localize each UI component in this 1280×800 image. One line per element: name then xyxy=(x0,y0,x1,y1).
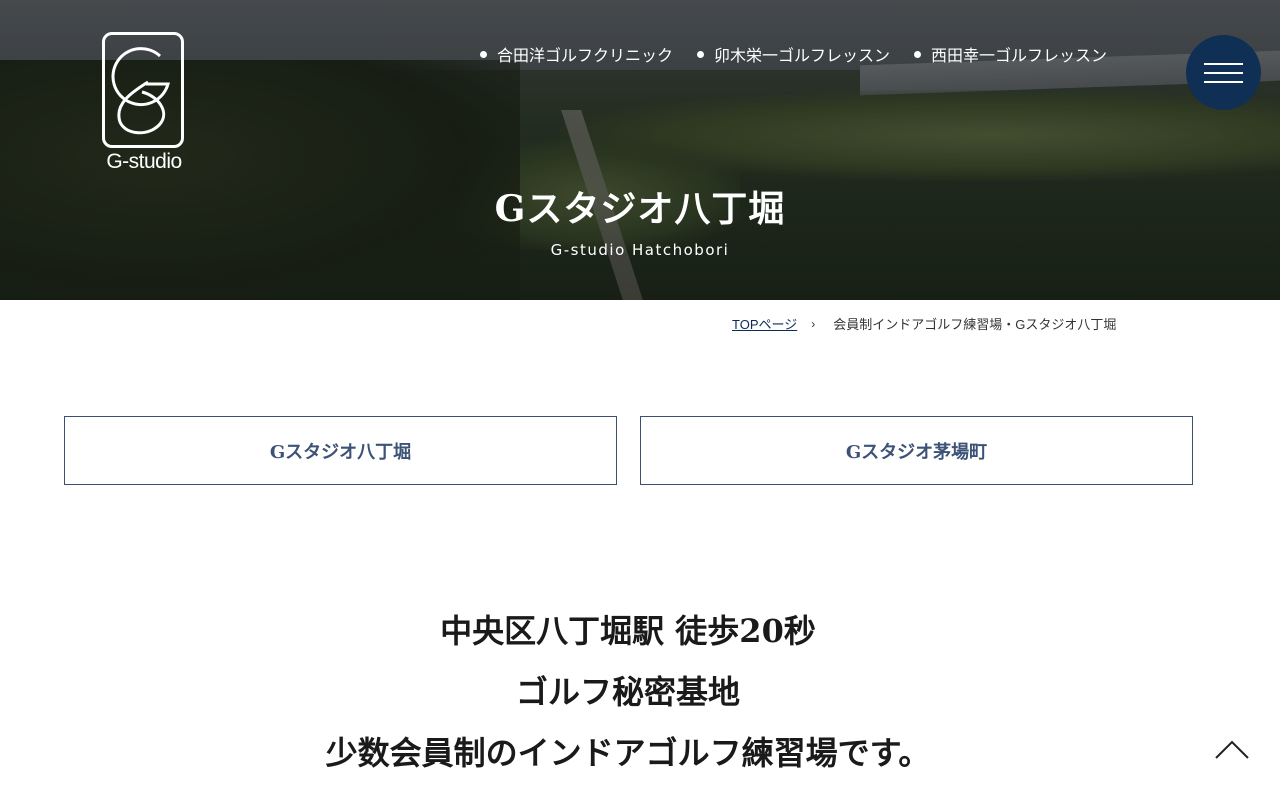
hamburger-icon-line xyxy=(1204,81,1243,83)
breadcrumb: TOPページ › 会員制インドアゴルフ練習場・Gスタジオ八丁堀 xyxy=(732,314,1116,333)
site-logo[interactable]: G-studio xyxy=(100,30,188,178)
tab-hatchobori[interactable]: Gスタジオ八丁堀 xyxy=(64,416,617,485)
page-top-button[interactable] xyxy=(1212,732,1252,764)
logo-wordmark: G-studio xyxy=(106,150,182,173)
bullet-icon xyxy=(697,50,705,58)
headline-line-2: ゴルフ秘密基地 xyxy=(515,673,740,711)
nav-item-label: 卯木栄一ゴルフレッスン xyxy=(714,46,891,65)
breadcrumb-separator-icon: › xyxy=(811,316,816,331)
headline-line-1: 中央区八丁堀駅 徒歩20秒 xyxy=(440,612,816,650)
hamburger-icon-line xyxy=(1204,72,1243,74)
nav-item-nishida-lesson[interactable]: 西田幸一ゴルフレッスン xyxy=(914,42,1107,66)
nav-item-usuki-lesson[interactable]: 卯木栄一ゴルフレッスン xyxy=(697,42,890,66)
page-subtitle: G-studio Hatchobori xyxy=(550,241,730,259)
breadcrumb-home-link[interactable]: TOPページ xyxy=(732,314,797,333)
tab-kayabacho[interactable]: Gスタジオ茅場町 xyxy=(640,416,1193,485)
bullet-icon xyxy=(480,50,487,58)
chevron-up-icon xyxy=(1215,740,1249,759)
nav-item-goda-clinic[interactable]: 合田洋ゴルフクリニック xyxy=(480,42,673,66)
hamburger-menu-button[interactable] xyxy=(1186,35,1261,110)
headline-line-3: 少数会員制のインドアゴルフ練習場です。 xyxy=(325,734,931,772)
top-navigation: 合田洋ゴルフクリニック 卯木栄一ゴルフレッスン 西田幸一ゴルフレッスン xyxy=(480,42,1107,66)
nav-item-label: 西田幸一ゴルフレッスン xyxy=(931,46,1108,65)
tab-label: Gスタジオ八丁堀 xyxy=(269,441,412,463)
tab-label: Gスタジオ茅場町 xyxy=(845,441,988,463)
breadcrumb-current: 会員制インドアゴルフ練習場・Gスタジオ八丁堀 xyxy=(833,317,1117,332)
hamburger-icon-line xyxy=(1204,63,1243,65)
page-title: Gスタジオ八丁堀 xyxy=(494,188,786,230)
logo-mark-icon xyxy=(111,47,170,135)
nav-item-label: 合田洋ゴルフクリニック xyxy=(497,46,674,65)
bullet-icon xyxy=(914,50,922,58)
hero-banner: G-studio 合田洋ゴルフクリニック 卯木栄一ゴルフレッスン 西田幸一ゴルフ… xyxy=(0,0,1280,300)
